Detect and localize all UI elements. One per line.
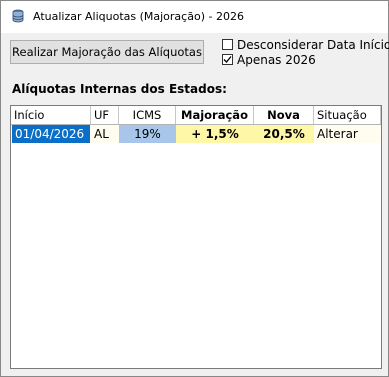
column-header-inicio[interactable]: Início <box>11 106 91 124</box>
grid-header: Início UF ICMS Majoração Nova Situação <box>11 106 381 125</box>
column-header-majoracao[interactable]: Majoração <box>176 106 254 124</box>
cell-situacao[interactable]: Alterar <box>314 125 381 143</box>
cell-inicio[interactable]: 01/04/2026 <box>12 125 90 143</box>
cell-majoracao[interactable]: + 1,5% <box>176 125 254 143</box>
cell-icms[interactable]: 19% <box>119 125 176 143</box>
window-title: Atualizar Aliquotas (Majoração) - 2026 <box>33 10 244 23</box>
only-2026-checkbox[interactable]: Apenas 2026 <box>222 53 382 67</box>
apply-majoracao-button[interactable]: Realizar Majoração das Alíquotas <box>10 40 204 64</box>
title-bar: Atualizar Aliquotas (Majoração) - 2026 <box>1 1 388 33</box>
column-header-icms[interactable]: ICMS <box>119 106 176 124</box>
app-icon <box>11 9 25 23</box>
column-header-nova[interactable]: Nova <box>254 106 314 124</box>
table-row[interactable]: 01/04/2026 AL 19% + 1,5% 20,5% Alterar <box>11 125 381 143</box>
column-header-uf[interactable]: UF <box>91 106 119 124</box>
section-title: Alíquotas Internas dos Estados: <box>12 82 227 96</box>
column-header-situacao[interactable]: Situação <box>314 106 381 124</box>
dialog-window: Atualizar Aliquotas (Majoração) - 2026 R… <box>0 0 389 377</box>
only-2026-label: Apenas 2026 <box>237 53 316 67</box>
ignore-start-date-checkbox[interactable]: Desconsiderar Data Início <box>222 38 389 52</box>
ignore-start-date-label: Desconsiderar Data Início <box>237 38 389 52</box>
cell-uf[interactable]: AL <box>91 125 119 143</box>
checkbox-checked-icon[interactable] <box>222 54 233 65</box>
cell-nova[interactable]: 20,5% <box>254 125 314 143</box>
checkbox-unchecked-icon[interactable] <box>222 39 233 50</box>
rates-grid[interactable]: Início UF ICMS Majoração Nova Situação 0… <box>10 105 382 369</box>
